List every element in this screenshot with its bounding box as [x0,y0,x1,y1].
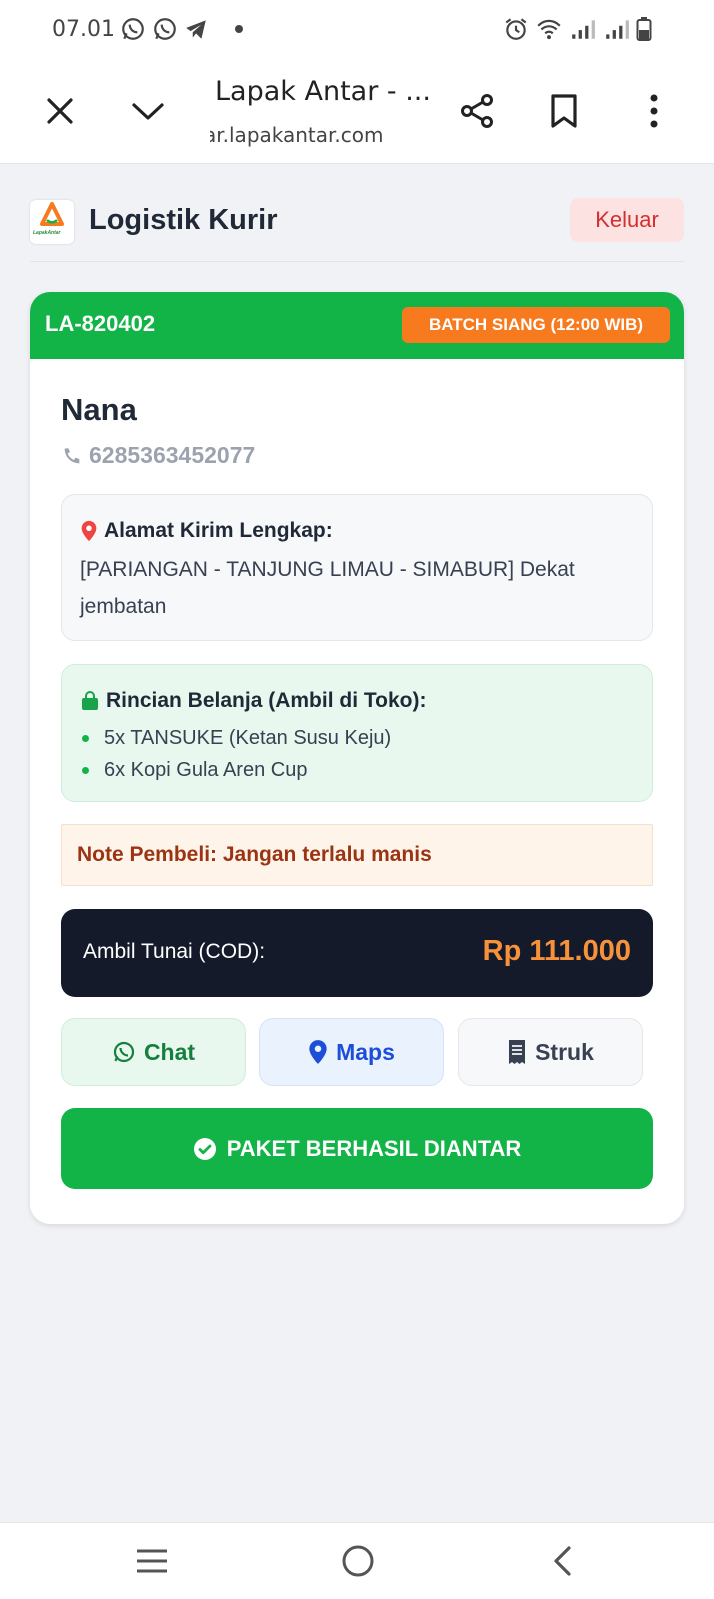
logout-button[interactable]: Keluar [570,198,684,242]
cod-box: Ambil Tunai (COD): Rp 111.000 [61,909,653,997]
phone-number[interactable]: 6285363452077 [89,442,255,469]
wifi-icon [537,19,561,40]
logo-icon [40,202,64,226]
address-box: Alamat Kirim Lengkap: [PARIANGAN - TANJU… [61,494,653,641]
order-card: LA-820402 BATCH SIANG (12:00 WIB) Nana 6… [30,292,684,1224]
map-pin-icon [309,1040,327,1064]
close-icon[interactable] [38,89,82,133]
buyer-note: Note Pembeli: Jangan terlalu manis [61,824,653,886]
map-pin-icon [81,520,97,542]
more-vert-icon[interactable] [632,89,676,133]
app-title: Logistik Kurir [89,204,278,236]
system-nav-bar [0,1522,714,1599]
shopping-box: Rincian Belanja (Ambil di Toko): 5x TANS… [61,664,653,802]
home-icon[interactable] [336,1541,380,1581]
batch-badge: BATCH SIANG (12:00 WIB) [402,307,670,343]
url-text[interactable]: ar.lapakantar.com [210,123,410,147]
page-title[interactable]: Lapak Antar - ... [215,76,431,107]
address-title: Alamat Kirim Lengkap: [80,519,333,543]
check-circle-icon [193,1137,216,1160]
cod-label: Ambil Tunai (COD): [83,940,266,963]
app-logo: LapakAntar [30,200,74,244]
shopping-bag-icon [82,691,98,710]
shopping-list: 5x TANSUKE (Ketan Susu Keju) 6x Kopi Gul… [80,722,391,786]
delivered-button[interactable]: PAKET BERHASIL DIANTAR [61,1108,653,1189]
dot-icon [235,25,243,33]
buyer-note-text: Note Pembeli: Jangan terlalu manis [77,843,432,866]
cod-amount: Rp 111.000 [482,935,631,967]
whatsapp-icon [113,1041,135,1063]
receipt-button[interactable]: Struk [458,1018,643,1086]
list-item: 5x TANSUKE (Ketan Susu Keju) [80,722,391,754]
telegram-icon [186,20,206,39]
maps-button[interactable]: Maps [259,1018,444,1086]
share-icon[interactable] [455,89,499,133]
alarm-icon [505,18,527,40]
back-icon[interactable] [540,1541,584,1581]
order-card-header: LA-820402 BATCH SIANG (12:00 WIB) [30,292,684,359]
logo-caption: LapakAntar [33,230,61,236]
whatsapp-icon [154,18,176,40]
whatsapp-icon [122,18,144,40]
signal-icon [572,20,595,39]
browser-toolbar: Lapak Antar - ... ar.lapakantar.com [0,62,714,164]
chevron-down-icon[interactable] [126,89,170,133]
address-text: [PARIANGAN - TANJUNG LIMAU - SIMABUR] De… [80,558,575,618]
shopping-title: Rincian Belanja (Ambil di Toko): [80,689,426,713]
app-header: LapakAntar Logistik Kurir Keluar [30,198,684,262]
receipt-icon [509,1040,526,1064]
chat-button[interactable]: Chat [61,1018,246,1086]
bookmark-icon[interactable] [542,89,586,133]
status-bar: 07.01 [0,0,714,62]
recent-apps-icon[interactable] [130,1541,174,1581]
order-id: LA-820402 [45,311,156,336]
phone-icon [64,447,80,463]
signal-icon [606,20,629,39]
customer-name: Nana [61,392,137,427]
list-item: 6x Kopi Gula Aren Cup [80,754,391,786]
status-time: 07.01 [52,17,115,42]
customer-phone: 6285363452077 [61,442,255,469]
battery-icon [636,17,652,41]
